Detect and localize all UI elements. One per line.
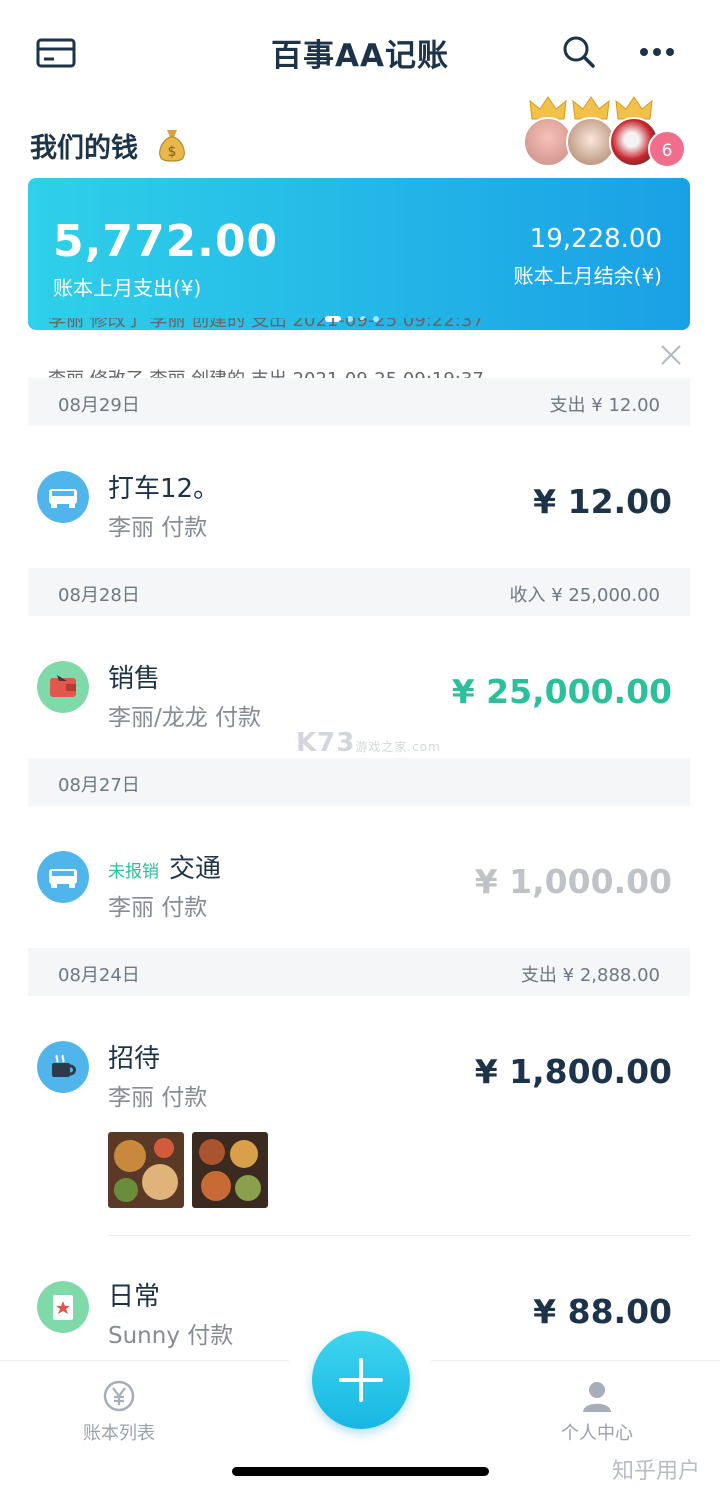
tab-ledger-list[interactable]: 账本列表 <box>59 1379 179 1445</box>
item-amount: ¥ 12.00 <box>533 482 672 521</box>
list-item[interactable]: 未报销 交通 李丽 付款 ¥ 1,000.00 <box>0 808 720 948</box>
date-header: 08月24日 支出 ¥ 2,888.00 <box>28 948 690 996</box>
member-count-badge: 6 <box>648 130 686 168</box>
item-payer: 李丽 付款 <box>108 515 208 541</box>
yen-icon <box>103 1380 135 1412</box>
item-payer: 李丽 付款 <box>108 895 208 921</box>
item-amount: ¥ 1,000.00 <box>474 862 672 901</box>
star-card-icon <box>37 1281 89 1333</box>
activity-log-line: 李丽 修改了 李丽 创建的 支出 2021-09-25 09:22:37 <box>48 318 484 331</box>
activity-log-line: 李丽 修改了 李丽 创建的 支出 2021-09-25 09:19:37 <box>48 365 484 379</box>
tab-profile[interactable]: 个人中心 <box>537 1379 657 1445</box>
unreimbursed-tag: 未报销 <box>108 862 159 882</box>
more-icon[interactable] <box>638 40 676 64</box>
section-title: 我们的钱 <box>30 133 138 164</box>
item-title: 日常 <box>108 1282 161 1312</box>
svg-text:$: $ <box>168 144 177 160</box>
item-amount: ¥ 25,000.00 <box>451 672 672 711</box>
member-avatars[interactable]: 6 <box>520 95 690 170</box>
date-header: 08月28日 收入 ¥ 25,000.00 <box>28 568 690 616</box>
receipt-photo[interactable] <box>192 1132 268 1208</box>
item-amount: ¥ 1,800.00 <box>474 1052 672 1091</box>
page-title: 百事AA记账 <box>271 38 449 74</box>
item-title: 招待 <box>108 1044 161 1074</box>
monthly-expense-label: 账本上月支出(¥) <box>53 276 202 300</box>
car-icon <box>37 471 89 523</box>
balance-card[interactable]: 5,772.00 账本上月支出(¥) 19,228.00 账本上月结余(¥) <box>28 178 690 330</box>
item-payer: Sunny 付款 <box>108 1323 234 1349</box>
item-amount: ¥ 88.00 <box>533 1292 672 1331</box>
app-header: 百事AA记账 <box>0 0 720 100</box>
date-header: 08月29日 支出 ¥ 12.00 <box>28 378 690 426</box>
item-title: 打车12。 <box>108 474 220 504</box>
close-icon[interactable] <box>660 344 682 366</box>
home-indicator[interactable] <box>232 1467 489 1476</box>
zhihu-watermark: 知乎用户 <box>612 1459 701 1484</box>
search-icon[interactable] <box>561 34 597 70</box>
item-title: 未报销 交通 <box>108 854 222 884</box>
watermark-logo: K73游戏之家.com <box>296 728 441 758</box>
monthly-expense-amount: 5,772.00 <box>53 216 279 267</box>
receipt-photo[interactable] <box>108 1132 184 1208</box>
item-payer: 李丽 付款 <box>108 1085 208 1111</box>
divider <box>108 1235 690 1236</box>
monthly-balance-amount: 19,228.00 <box>529 224 662 254</box>
monthly-balance-label: 账本上月结余(¥) <box>513 264 662 288</box>
wallet-icon <box>37 661 89 713</box>
date-header: 08月27日 <box>28 758 690 806</box>
user-icon <box>583 1382 611 1412</box>
money-bag-icon: $ <box>159 130 185 162</box>
add-record-button[interactable] <box>312 1331 410 1429</box>
plus-icon <box>339 1358 383 1402</box>
item-title: 销售 <box>108 664 161 694</box>
list-item[interactable]: 打车12。 李丽 付款 ¥ 12.00 <box>0 428 720 568</box>
item-payer: 李丽/龙龙 付款 <box>108 705 262 731</box>
coffee-icon <box>37 1041 89 1093</box>
car-icon <box>37 851 89 903</box>
